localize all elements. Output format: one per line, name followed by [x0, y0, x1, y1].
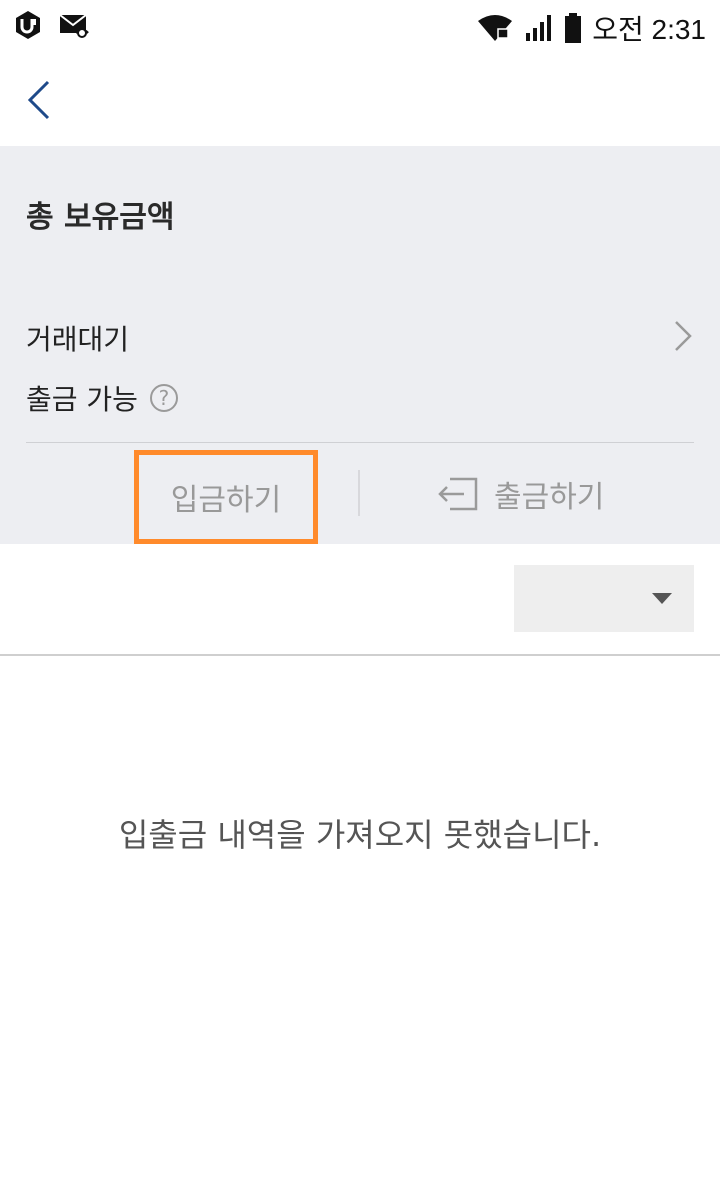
clock: 오전 2:31: [592, 14, 706, 45]
withdraw-icon: [438, 477, 478, 511]
list-divider: [0, 654, 720, 656]
pending-trades-label: 거래대기: [26, 323, 130, 356]
deposit-label: 입금하기: [170, 483, 282, 518]
caret-down-icon: [652, 593, 672, 604]
u-plus-icon: [16, 11, 40, 39]
withdraw-label: 출금하기: [494, 480, 605, 515]
empty-history-message: 입출금 내역을 가져오지 못했습니다.: [118, 816, 602, 854]
withdrawable-row: 출금 가능 ?: [26, 378, 178, 418]
chevron-right-icon: [675, 321, 692, 351]
withdrawable-label: 출금 가능: [26, 383, 138, 416]
withdraw-button[interactable]: 출금하기: [436, 466, 604, 522]
deposit-button[interactable]: 입금하기: [134, 450, 318, 544]
status-bar: 오전 2:31: [0, 0, 720, 50]
battery-icon: [565, 13, 582, 43]
top-nav: [0, 50, 720, 146]
total-holdings-title: 총 보유금액: [26, 200, 175, 235]
history-filter-dropdown[interactable]: [514, 565, 694, 632]
missed-mail-icon: [59, 14, 89, 38]
divider: [26, 442, 694, 443]
balance-summary: 총 보유금액 거래대기 출금 가능 ? 입금하기 출금하기: [0, 146, 720, 544]
wifi-icon: [478, 15, 513, 41]
help-icon[interactable]: ?: [149, 384, 178, 412]
pending-trades-row[interactable]: 거래대기: [26, 316, 696, 356]
signal-icon: [526, 15, 552, 41]
chevron-left-icon[interactable]: [18, 76, 62, 120]
action-separator: [358, 470, 360, 516]
deposit-withdraw-actions: 입금하기 출금하기: [0, 446, 720, 544]
